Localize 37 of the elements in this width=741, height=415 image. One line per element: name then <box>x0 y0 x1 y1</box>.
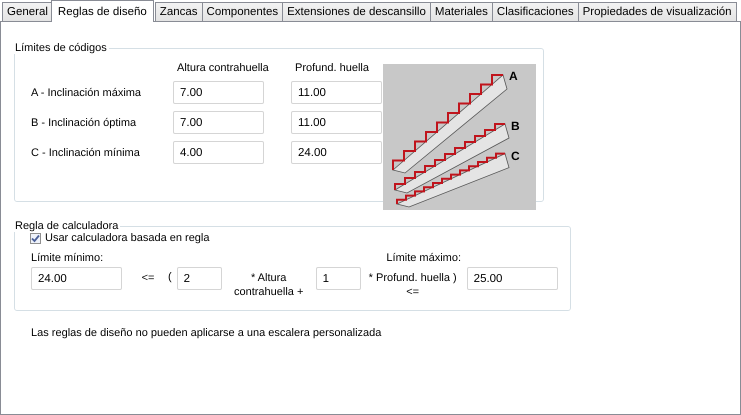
tab[interactable]: Reglas de diseño <box>50 0 154 22</box>
operator-text: <= <box>140 272 156 284</box>
tab[interactable]: Zancas <box>154 2 203 21</box>
tab[interactable]: Componentes <box>202 2 284 21</box>
checkbox-label: Usar calculadora basada en regla <box>45 232 210 244</box>
tab[interactable]: Extensiones de descansillo <box>282 2 431 21</box>
factor-field[interactable]: 1 <box>316 267 361 290</box>
riser-field[interactable]: 7.00 <box>173 81 264 104</box>
group-title: Límites de códigos <box>14 42 108 54</box>
term-text: * Altura contrahuella + <box>232 271 304 299</box>
tread-field[interactable]: 24.00 <box>291 141 382 164</box>
stair-label: B <box>511 119 520 133</box>
tab[interactable]: General <box>2 2 53 21</box>
tread-field[interactable]: 11.00 <box>291 81 382 104</box>
term-text: * Profund. huella ) <= <box>368 271 458 299</box>
column-header: Altura contrahuella <box>176 62 270 74</box>
column-header: Profund. huella <box>294 62 370 74</box>
row-label: A - Inclinación máxima <box>31 86 142 98</box>
note-text: Las reglas de diseño no pueden aplicarse a una escalera personalizada <box>31 327 382 339</box>
factor-field[interactable]: 2 <box>176 267 222 290</box>
stair-label: A <box>509 69 518 83</box>
row-label: B - Inclinación óptima <box>31 116 138 128</box>
tab[interactable]: Propiedades de visualización <box>578 2 737 21</box>
min-field[interactable]: 24.00 <box>31 267 122 290</box>
stair-label: C <box>511 149 520 163</box>
group-title: Regla de calculadora <box>14 220 120 232</box>
row-label: C - Inclinación mínima <box>31 146 141 158</box>
riser-field[interactable]: 4.00 <box>173 141 264 164</box>
operator-text: ( <box>168 271 172 283</box>
tab[interactable]: Clasificaciones <box>492 2 579 21</box>
tab[interactable]: Materiales <box>430 2 493 21</box>
max-field[interactable]: 25.00 <box>466 267 558 290</box>
checkbox[interactable] <box>30 232 41 244</box>
field-label: Límite mínimo: <box>31 252 104 264</box>
riser-field[interactable]: 7.00 <box>173 111 264 134</box>
tread-field[interactable]: 11.00 <box>291 111 382 134</box>
field-label: Límite máximo: <box>386 252 461 264</box>
